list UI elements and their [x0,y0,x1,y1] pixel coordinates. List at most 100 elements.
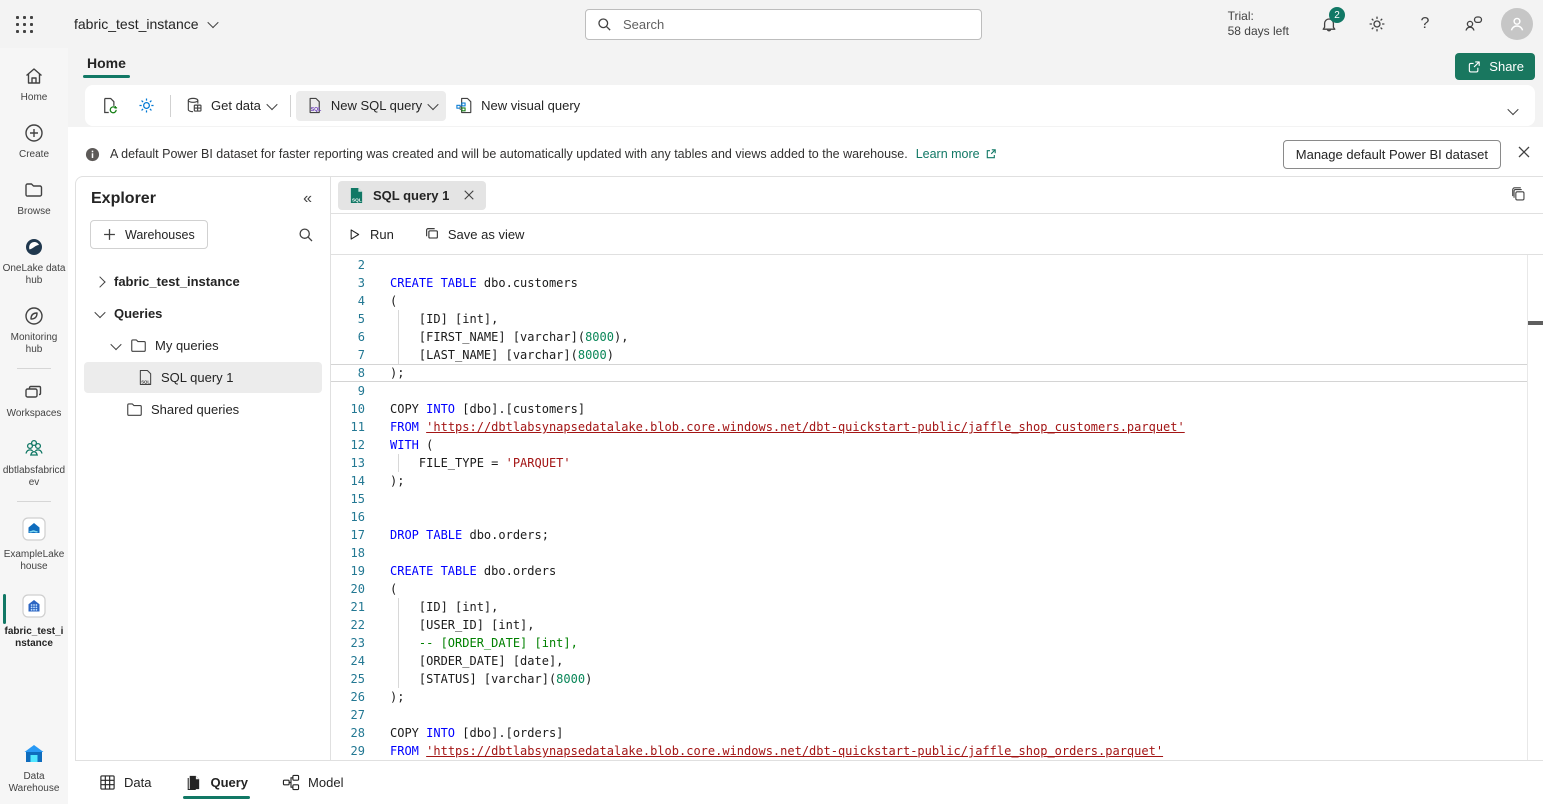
rail-item-create[interactable]: Create [0,113,68,170]
code-line-13: 13 FILE_TYPE = 'PARQUET' [331,454,1528,472]
code-line-17: 17DROP TABLE dbo.orders; [331,526,1528,544]
tab-close-button[interactable] [463,189,475,201]
rail-item-dbtlabsfabricdev[interactable]: dbtlabsfabricdev [0,429,68,498]
manage-default-dataset-button[interactable]: Manage default Power BI dataset [1283,140,1501,169]
rail-separator [17,501,51,502]
onelake-icon [23,236,45,258]
line-number: 2 [331,256,377,274]
code-token: 8000 [585,330,614,344]
code-token: COPY [390,402,426,416]
settings-button[interactable] [1353,0,1401,48]
code-token: [ID] [int], [390,600,498,614]
code-token: [ID] [int], [390,312,498,326]
toolbar-separator [170,95,171,117]
ribbon-tab-row: Home Share [68,48,1543,85]
tab-home[interactable]: Home [85,55,128,78]
new-visual-query-button[interactable]: New visual query [446,91,589,121]
collapse-ribbon-button[interactable] [1509,102,1517,120]
notifications-button[interactable]: 2 [1305,0,1353,48]
tree-item-label: fabric_test_instance [114,274,240,289]
scrollbar-marker[interactable] [1528,321,1543,325]
line-number: 29 [331,742,377,760]
line-number: 9 [331,382,377,400]
play-icon [347,227,362,242]
code-line-6: 6 [FIRST_NAME] [varchar](8000), [331,328,1528,346]
code-token: [dbo].[customers] [455,402,585,416]
avatar[interactable] [1501,8,1533,40]
tree-item-shared-queries[interactable]: Shared queries [84,394,322,425]
copy-button[interactable] [1510,186,1528,204]
view-tab-data[interactable]: Data [99,761,151,805]
new-visual-query-label: New visual query [481,98,580,113]
code-line-14: 14); [331,472,1528,490]
sql-code-editor[interactable]: 23CREATE TABLE dbo.customers4(5 [ID] [in… [331,255,1543,760]
settings-toolbar-button[interactable] [128,91,165,121]
code-token: ) [585,672,592,686]
query-tab[interactable]: SQL SQL query 1 [338,181,486,210]
refresh-document-icon [100,96,119,115]
code-token: 'PARQUET' [506,456,571,470]
notification-badge: 2 [1329,7,1345,23]
search-input[interactable] [621,16,970,33]
rail-item-home[interactable]: Home [0,56,68,113]
rail-item-examplelakehouse[interactable]: ExampleLakehouse [0,505,68,582]
rail-item-label: OneLake data hub [2,263,66,287]
banner-close-button[interactable] [1517,145,1531,159]
code-token [390,636,419,650]
explorer-tree: fabric_test_instanceQueriesMy queriesSQL… [76,259,330,425]
rail-item-onelake-data-hub[interactable]: OneLake data hub [0,227,68,296]
save-as-view-button[interactable]: Save as view [424,226,525,242]
get-data-button[interactable]: Get data [176,91,285,121]
data-grid-icon [99,774,116,791]
chevron-down-icon[interactable] [110,338,121,349]
line-number: 5 [331,310,377,328]
code-line-8: 8); [331,364,1528,382]
share-button[interactable]: Share [1455,53,1535,80]
toolbar: Get data SQL New SQL query New visual qu… [85,85,1535,126]
workspace-name-dropdown[interactable]: fabric_test_instance [74,16,217,32]
get-data-label: Get data [211,98,261,113]
rail-item-workspaces[interactable]: Workspaces [0,372,68,429]
rail-item-browse[interactable]: Browse [0,170,68,227]
line-number: 8 [331,365,377,381]
add-warehouses-button[interactable]: Warehouses [90,220,208,249]
code-token: COPY [390,726,426,740]
code-token: [STATUS] [varchar]( [390,672,556,686]
feedback-button[interactable] [1449,0,1497,48]
line-number: 25 [331,670,377,688]
rail-item-fabric-test-instance[interactable]: fabric_test_instance [0,582,68,659]
view-tab-query[interactable]: Query [185,761,248,805]
chevron-down-icon[interactable] [94,306,105,317]
app-launcher-button[interactable] [0,0,48,48]
view-tab-model[interactable]: Model [282,761,343,805]
line-number: 15 [331,490,377,508]
tree-item-my-queries[interactable]: My queries [84,330,322,361]
tree-item-sql-query-1[interactable]: SQLSQL query 1 [84,362,322,393]
svg-text:SQL: SQL [352,197,362,202]
collapse-panel-icon[interactable]: « [303,190,312,208]
rail-item-label: Data Warehouse [2,771,66,795]
save-as-view-icon [424,226,440,242]
run-button[interactable]: Run [347,227,394,242]
code-token: [dbo].[orders] [455,726,563,740]
global-search[interactable] [585,9,982,40]
tree-item-fabric-test-instance[interactable]: fabric_test_instance [84,266,322,297]
code-token: INTO [426,402,455,416]
tree-item-queries[interactable]: Queries [84,298,322,329]
rail-item-label: Workspaces [2,408,66,420]
explorer-search-icon[interactable] [298,227,314,243]
query-tab-title: SQL query 1 [373,188,449,203]
workspace-people-icon [22,438,46,460]
rail-separator [17,368,51,369]
rail-item-monitoring-hub[interactable]: Monitoring hub [0,296,68,365]
new-sql-query-button[interactable]: SQL New SQL query [296,91,446,121]
learn-more-link[interactable]: Learn more [916,147,997,161]
chevron-right-icon[interactable] [94,276,105,287]
editor-scrollbar[interactable] [1527,255,1543,760]
sql-file-gray-icon: SQL [138,369,153,386]
code-line-23: 23 -- [ORDER_DATE] [int], [331,634,1528,652]
rail-item-data-warehouse[interactable]: Data Warehouse [0,733,68,804]
code-token: ( [390,582,397,596]
help-button[interactable]: ? [1401,0,1449,48]
refresh-dataset-button[interactable] [91,91,128,121]
